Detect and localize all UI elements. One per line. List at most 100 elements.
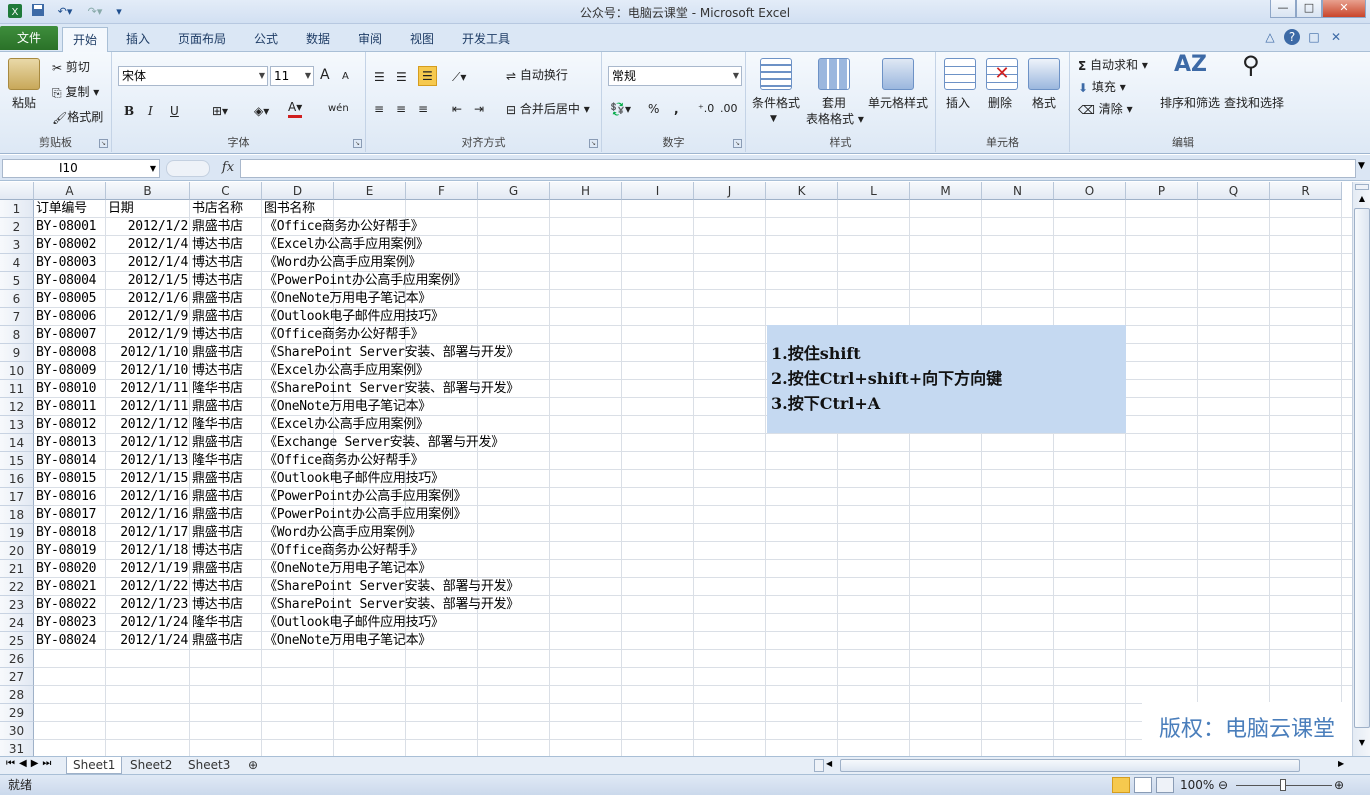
column-header[interactable]: A: [34, 182, 106, 200]
increase-decimal-icon[interactable]: ⁺.0: [698, 100, 714, 118]
row-header[interactable]: 27: [0, 668, 34, 686]
scroll-up-icon[interactable]: ▲: [1355, 194, 1369, 203]
tab-review[interactable]: 审阅: [348, 27, 392, 51]
font-color-icon[interactable]: A▾: [288, 100, 303, 118]
cell[interactable]: 图书名称: [264, 200, 315, 218]
row-header[interactable]: 6: [0, 290, 34, 308]
cell[interactable]: BY-08001: [36, 218, 97, 236]
tab-split-handle[interactable]: [814, 759, 824, 772]
cell[interactable]: 鼎盛书店: [192, 506, 243, 524]
cell[interactable]: 《Outlook电子邮件应用技巧》: [264, 614, 444, 632]
maximize-button[interactable]: □: [1296, 0, 1322, 18]
copy-button[interactable]: ⎘ 复制 ▾: [52, 83, 99, 102]
column-header[interactable]: D: [262, 182, 334, 200]
minimize-button[interactable]: —: [1270, 0, 1296, 18]
align-bottom-icon[interactable]: ☰: [418, 66, 437, 86]
cell[interactable]: BY-08002: [36, 236, 97, 254]
cell[interactable]: 2012/1/22: [106, 578, 188, 596]
cell[interactable]: BY-08020: [36, 560, 97, 578]
cell[interactable]: 2012/1/23: [106, 596, 188, 614]
cell[interactable]: 2012/1/19: [106, 560, 188, 578]
cell[interactable]: 《Excel办公高手应用案例》: [264, 362, 429, 380]
row-header[interactable]: 28: [0, 686, 34, 704]
cell[interactable]: 博达书店: [192, 578, 243, 596]
cell[interactable]: 博达书店: [192, 542, 243, 560]
font-name-combo[interactable]: 宋体 ▼: [118, 66, 268, 86]
cell[interactable]: BY-08003: [36, 254, 97, 272]
cell[interactable]: 博达书店: [192, 272, 243, 290]
format-cells-icon[interactable]: [1028, 58, 1060, 90]
split-box[interactable]: [1355, 184, 1369, 190]
cell[interactable]: 隆华书店: [192, 380, 243, 398]
cell[interactable]: 《OneNote万用电子笔记本》: [264, 560, 431, 578]
cell[interactable]: 2012/1/4: [106, 236, 189, 254]
row-header[interactable]: 1: [0, 200, 34, 218]
delete-button[interactable]: 删除: [988, 94, 1012, 112]
row-header[interactable]: 25: [0, 632, 34, 650]
cell[interactable]: BY-08019: [36, 542, 97, 560]
column-header[interactable]: F: [406, 182, 478, 200]
cell[interactable]: 《SharePoint Server安装、部署与开发》: [264, 578, 519, 596]
cell[interactable]: 鼎盛书店: [192, 632, 243, 650]
percent-button[interactable]: %: [648, 100, 659, 118]
page-layout-view-icon[interactable]: [1134, 777, 1152, 793]
cell[interactable]: BY-08012: [36, 416, 97, 434]
column-header[interactable]: E: [334, 182, 406, 200]
align-right-icon[interactable]: ≡: [418, 100, 428, 118]
cell[interactable]: BY-08023: [36, 614, 97, 632]
cell[interactable]: 《SharePoint Server安装、部署与开发》: [264, 344, 519, 362]
column-header[interactable]: I: [622, 182, 694, 200]
row-header[interactable]: 12: [0, 398, 34, 416]
vertical-scrollbar[interactable]: ▲ ▼: [1352, 182, 1370, 756]
cell[interactable]: 《PowerPoint办公高手应用案例》: [264, 506, 467, 524]
column-header[interactable]: Q: [1198, 182, 1270, 200]
cell[interactable]: BY-08004: [36, 272, 97, 290]
zoom-in-icon[interactable]: ⊕: [1334, 775, 1344, 795]
cell[interactable]: 2012/1/4: [106, 254, 189, 272]
cell[interactable]: 书店名称: [192, 200, 243, 218]
cut-button[interactable]: ✂ 剪切: [52, 58, 90, 77]
cell[interactable]: 博达书店: [192, 362, 243, 380]
clipboard-launcher-icon[interactable]: ↘: [99, 139, 108, 148]
cell[interactable]: 隆华书店: [192, 452, 243, 470]
cell[interactable]: 《PowerPoint办公高手应用案例》: [264, 488, 467, 506]
italic-button[interactable]: I: [148, 102, 153, 120]
row-header[interactable]: 13: [0, 416, 34, 434]
tab-formulas[interactable]: 公式: [244, 27, 288, 51]
row-header[interactable]: 24: [0, 614, 34, 632]
cell[interactable]: BY-08016: [36, 488, 97, 506]
cell[interactable]: 鼎盛书店: [192, 434, 243, 452]
insert-sheet-icon[interactable]: ⊕: [242, 757, 264, 774]
underline-button[interactable]: U: [170, 102, 179, 120]
align-left-icon[interactable]: ≡: [374, 100, 384, 118]
cell[interactable]: 2012/1/10: [106, 344, 188, 362]
scroll-left-icon[interactable]: ◀: [826, 759, 832, 768]
horizontal-scroll-thumb[interactable]: [840, 759, 1300, 772]
increase-indent-icon[interactable]: ⇥: [474, 100, 484, 118]
cell[interactable]: 《SharePoint Server安装、部署与开发》: [264, 596, 519, 614]
cell[interactable]: 2012/1/17: [106, 524, 188, 542]
column-header[interactable]: P: [1126, 182, 1198, 200]
row-header[interactable]: 4: [0, 254, 34, 272]
cell[interactable]: 2012/1/12: [106, 416, 188, 434]
table-format-button-line2[interactable]: 表格格式 ▾: [806, 110, 864, 128]
cell[interactable]: 隆华书店: [192, 614, 243, 632]
zoom-slider-thumb[interactable]: [1280, 779, 1286, 791]
clear-button[interactable]: ⌫ 清除 ▾: [1078, 100, 1133, 119]
name-box[interactable]: I10 ▼: [2, 159, 160, 178]
grow-font-button[interactable]: A: [320, 66, 330, 84]
delete-cells-icon[interactable]: ✕: [986, 58, 1018, 90]
cell[interactable]: 《Excel办公高手应用案例》: [264, 416, 429, 434]
sheet-nav-icons[interactable]: ⏮◀▶⏭: [6, 758, 55, 769]
cell[interactable]: 博达书店: [192, 596, 243, 614]
sort-filter-icon[interactable]: AZ: [1174, 54, 1207, 76]
cell[interactable]: BY-08008: [36, 344, 97, 362]
cell[interactable]: 2012/1/15: [106, 470, 188, 488]
cell[interactable]: 2012/1/24: [106, 614, 188, 632]
fill-color-icon[interactable]: ◈▾: [254, 102, 269, 120]
cell[interactable]: 《OneNote万用电子笔记本》: [264, 290, 431, 308]
cell[interactable]: 2012/1/16: [106, 488, 188, 506]
column-header[interactable]: J: [694, 182, 766, 200]
column-header[interactable]: C: [190, 182, 262, 200]
cell[interactable]: 鼎盛书店: [192, 308, 243, 326]
